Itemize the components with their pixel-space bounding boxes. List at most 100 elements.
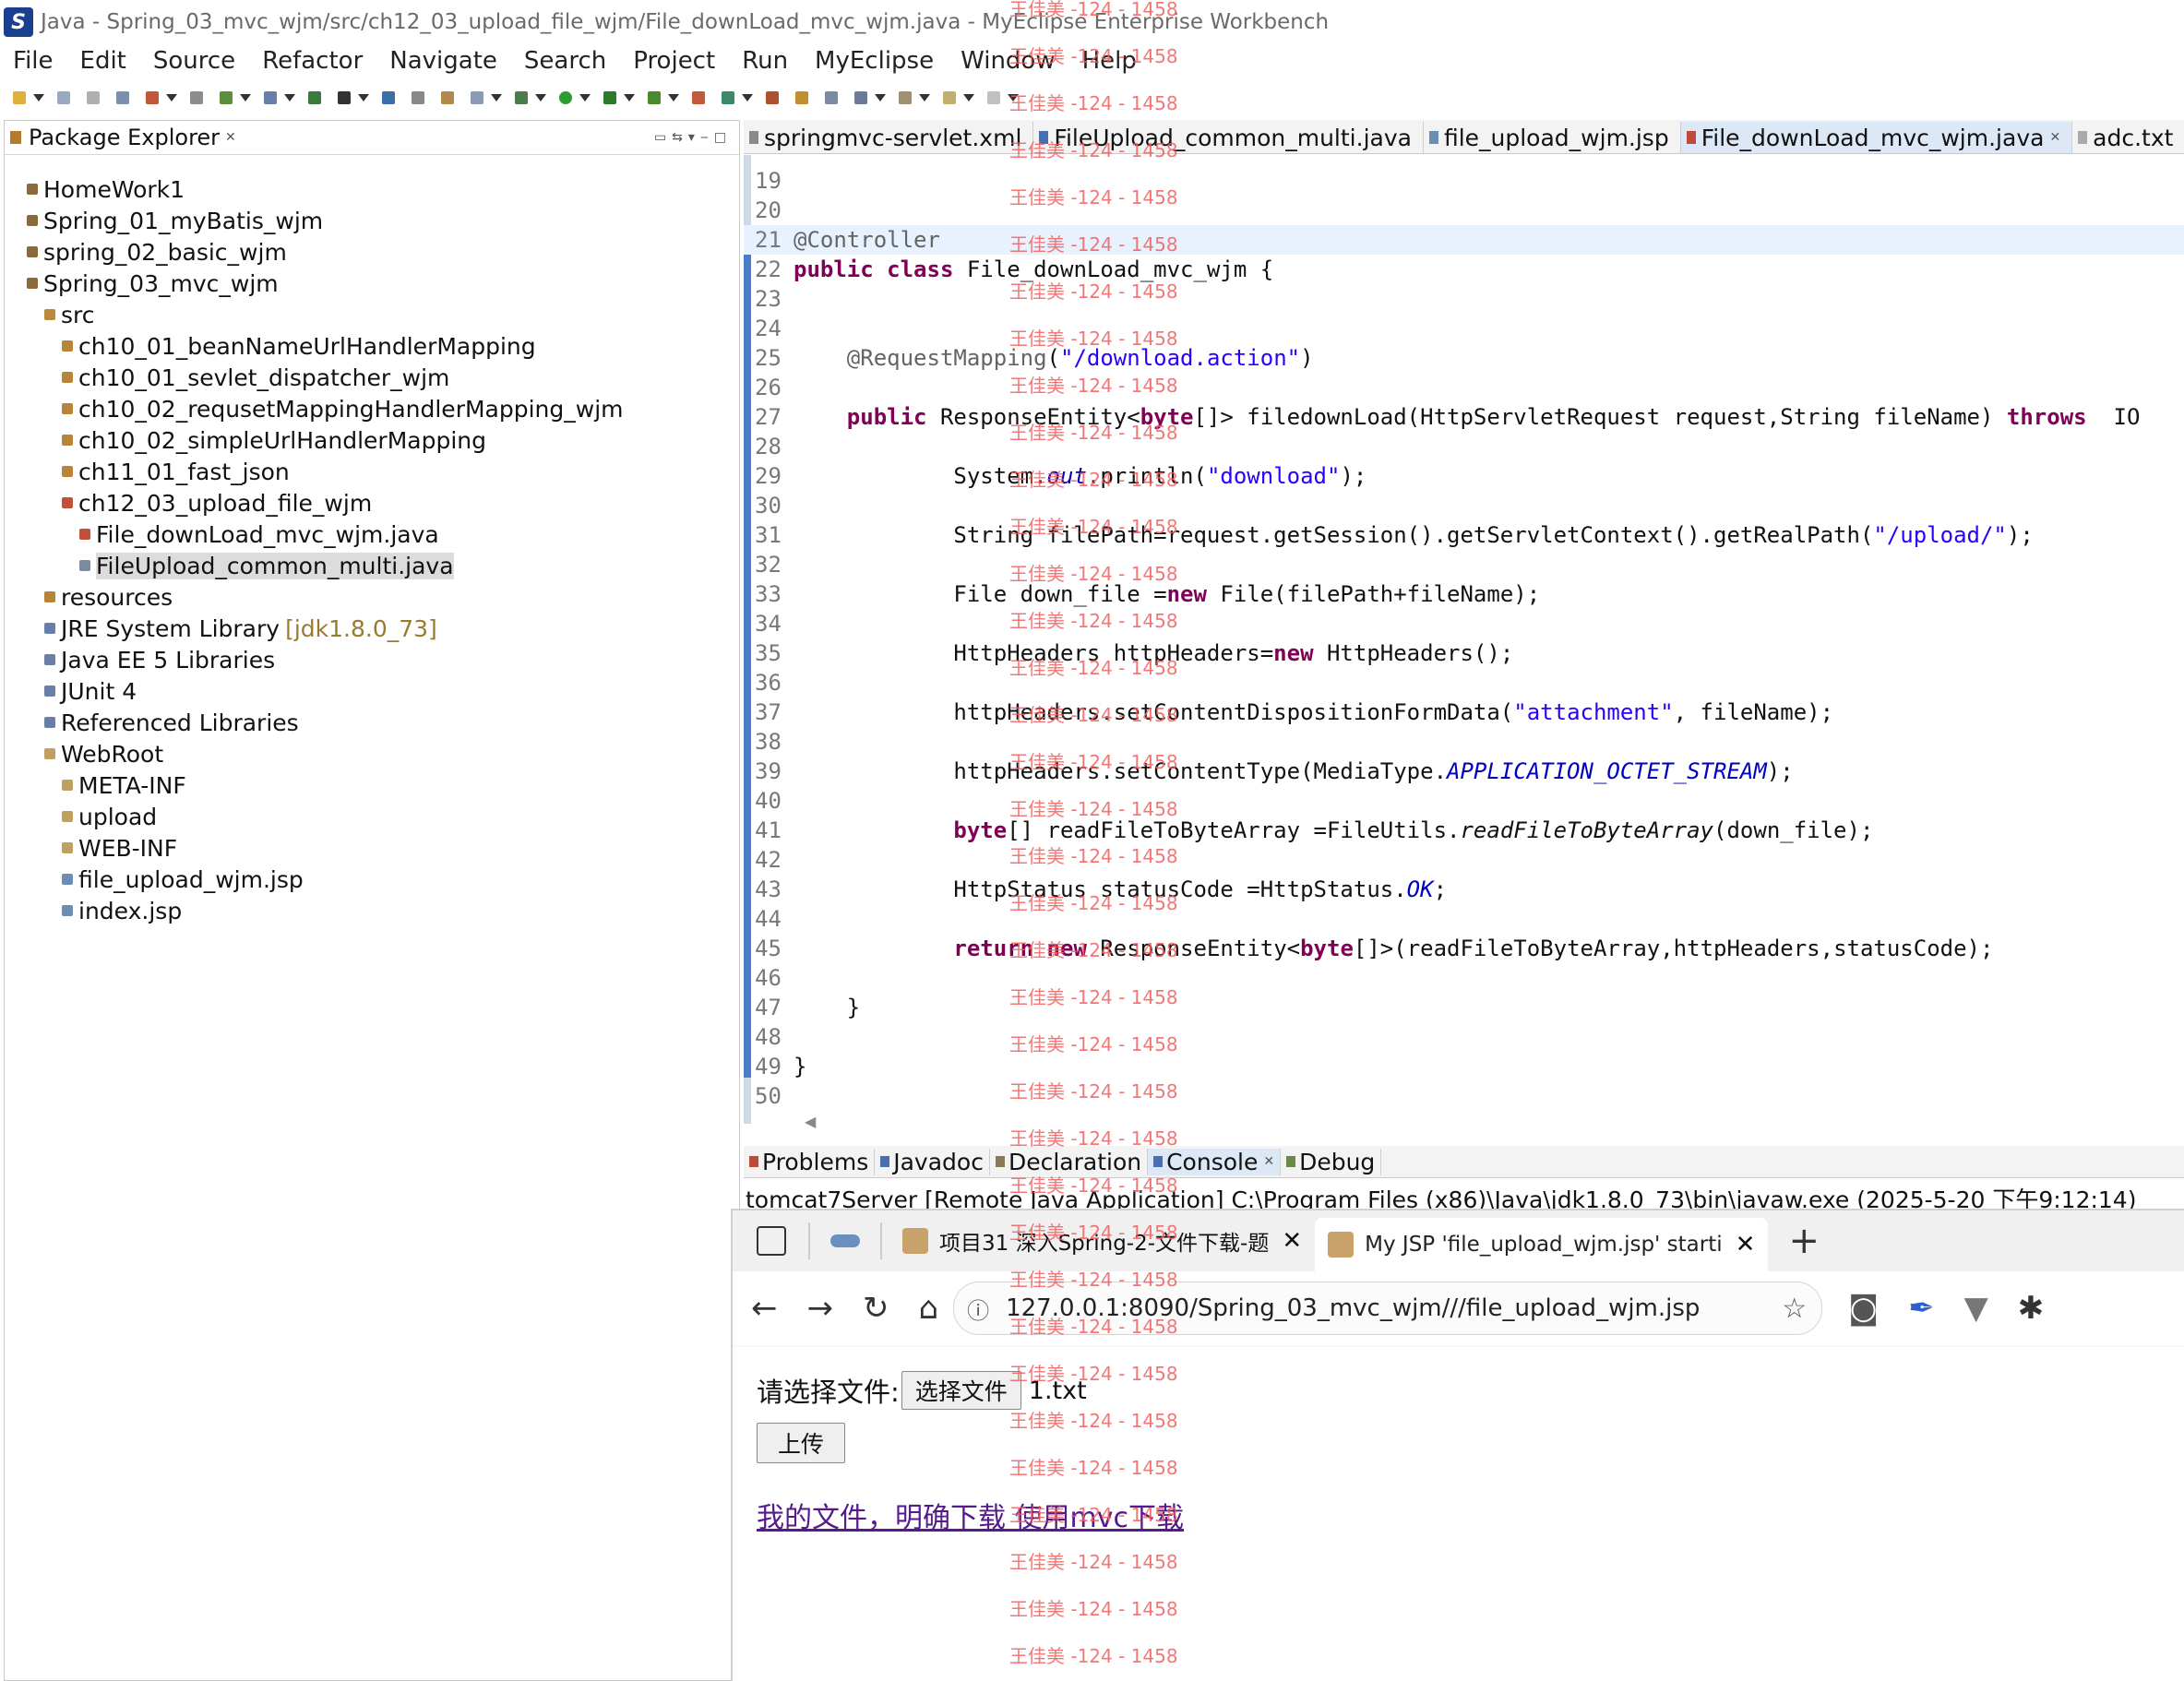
code-line[interactable]: 22 public class File_downLoad_mvc_wjm { [744,255,2184,284]
code-line[interactable]: 26 [744,373,2184,402]
tree-item[interactable]: ch11_01_fast_json [62,456,290,487]
tree-item[interactable]: index.jsp [62,895,182,926]
code-line[interactable]: 19 [744,166,2184,196]
workspace-icon[interactable] [830,1234,860,1247]
chevron-down-icon[interactable] [963,94,974,101]
tree-item[interactable]: ch10_01_sevlet_dispatcher_wjm [62,362,449,393]
tab-problems[interactable]: Problems [744,1148,876,1175]
window-icon[interactable] [471,91,483,104]
menu-navigate[interactable]: Navigate [389,47,497,75]
code-line[interactable]: 47 } [744,993,2184,1022]
code-line[interactable]: 29 System.out.println("download"); [744,461,2184,491]
menu-edit[interactable]: Edit [80,47,126,75]
print-icon[interactable] [116,91,129,104]
forward-icon[interactable] [987,91,1000,104]
last-edit-icon[interactable] [899,91,912,104]
code-line[interactable]: 37 httpHeaders.setContentDispositionForm… [744,697,2184,727]
code-line[interactable]: 50 [744,1081,2184,1111]
code-line[interactable]: 25 @RequestMapping("/download.action") [744,343,2184,373]
chevron-down-icon[interactable] [919,94,930,101]
home-icon[interactable]: ⌂ [919,1290,939,1327]
chevron-down-icon[interactable] [33,94,44,101]
chevron-down-icon[interactable] [358,94,369,101]
code-line[interactable]: 36 [744,668,2184,697]
code-line[interactable]: 46 [744,963,2184,993]
chevron-down-icon[interactable] [535,94,546,101]
vue-devtools-icon[interactable]: ▼ [1964,1290,1988,1327]
chevron-down-icon[interactable] [240,94,251,101]
code-line[interactable]: 34 [744,609,2184,638]
code-line[interactable]: 35 HttpHeaders httpHeaders=new HttpHeade… [744,638,2184,668]
back-icon[interactable]: ← [751,1290,778,1327]
tab-file-download-mvc-wjm[interactable]: File_downLoad_mvc_wjm.java ✕ [1680,122,2073,153]
menu-source[interactable]: Source [153,47,235,75]
tab-javadoc[interactable]: Javadoc [875,1148,990,1175]
next-annotation-icon[interactable] [854,91,867,104]
new-tab-icon[interactable]: + [1788,1220,1820,1262]
open-type-icon[interactable] [264,91,277,104]
tree-item[interactable]: JRE System Library [jdk1.8.0_73] [44,613,437,644]
deploy-icon[interactable] [190,91,203,104]
tab-debug[interactable]: Debug [1281,1148,1382,1175]
code-line[interactable]: 39 httpHeaders.setContentType(MediaType.… [744,757,2184,786]
tree-item[interactable]: Spring_01_myBatis_wjm [27,205,323,236]
tree-item[interactable]: JUnit 4 [44,675,137,707]
code-line[interactable]: 23 [744,284,2184,314]
browser-tab-2[interactable]: My JSP 'file_upload_wjm.jsp' starti ✕ [1315,1218,1769,1271]
tree-item[interactable]: spring_02_basic_wjm [27,236,287,268]
translate-icon[interactable]: ✒ [1908,1290,1935,1327]
package-icon[interactable] [441,91,454,104]
chevron-down-icon[interactable] [742,94,753,101]
chevron-down-icon[interactable] [668,94,679,101]
code-line[interactable]: 24 [744,314,2184,343]
search-icon[interactable] [795,91,808,104]
code-line[interactable]: 30 [744,491,2184,520]
code-line[interactable]: 43 HttpStatus statusCode =HttpStatus.OK; [744,875,2184,904]
open-perspective-icon[interactable] [766,91,779,104]
tree-item[interactable]: Java EE 5 Libraries [44,644,275,675]
debug-run-icon[interactable] [515,91,528,104]
tree-item[interactable]: ch10_02_simpleUrlHandlerMapping [62,424,486,456]
code-line[interactable]: 45 return new ResponseEntity<byte[]>(rea… [744,934,2184,963]
refresh-icon[interactable]: ↻ [863,1290,889,1327]
run-external-icon[interactable] [603,91,616,104]
close-icon[interactable]: ✕ [1736,1231,1756,1258]
site-info-icon[interactable]: ⓘ [967,1293,989,1325]
tab-adc-txt[interactable]: adc.txt [2072,122,2184,153]
explicit-download-link[interactable]: 我的文件，明确下载 [757,1502,1006,1534]
save-all-icon[interactable] [87,91,100,104]
chevron-down-icon[interactable] [284,94,295,101]
code-line[interactable]: 49} [744,1052,2184,1081]
close-icon[interactable]: ✕ [225,130,236,145]
menu-run[interactable]: Run [742,47,788,75]
new-class-icon[interactable] [692,91,705,104]
tree-item[interactable]: File_downLoad_mvc_wjm.java [79,519,439,550]
code-line[interactable]: 21 @Controller [744,225,2184,255]
close-icon[interactable]: ✕ [2049,130,2060,145]
chevron-down-icon[interactable] [875,94,886,101]
code-line[interactable]: 28 [744,432,2184,461]
new-package-icon[interactable] [722,91,734,104]
tree-item[interactable]: ch12_03_upload_file_wjm [62,487,372,519]
tree-item[interactable]: src [44,299,95,330]
chevron-down-icon[interactable] [624,94,635,101]
tree-item[interactable]: resources [44,581,173,613]
menu-refactor[interactable]: Refactor [262,47,363,75]
code-line[interactable]: 48 [744,1022,2184,1052]
run-icon[interactable] [559,91,572,104]
code-line[interactable]: 44 [744,904,2184,934]
tree-item[interactable]: upload [62,801,157,832]
tree-item[interactable]: WebRoot [44,738,163,769]
back-icon[interactable] [943,91,956,104]
code-line[interactable]: 40 [744,786,2184,816]
new-icon[interactable] [13,91,26,104]
code-line[interactable]: 32 [744,550,2184,579]
code-line[interactable]: 27 public ResponseEntity<byte[]> filedow… [744,402,2184,432]
tree-item[interactable]: HomeWork1 [27,173,185,205]
code-line[interactable]: 20 [744,196,2184,225]
bug-icon[interactable] [412,91,424,104]
sidebar-toggle-icon[interactable] [757,1226,786,1256]
code-line[interactable]: 42 [744,845,2184,875]
favorite-star-icon[interactable]: ☆ [1782,1293,1807,1325]
upload-button[interactable]: 上传 [757,1423,846,1463]
